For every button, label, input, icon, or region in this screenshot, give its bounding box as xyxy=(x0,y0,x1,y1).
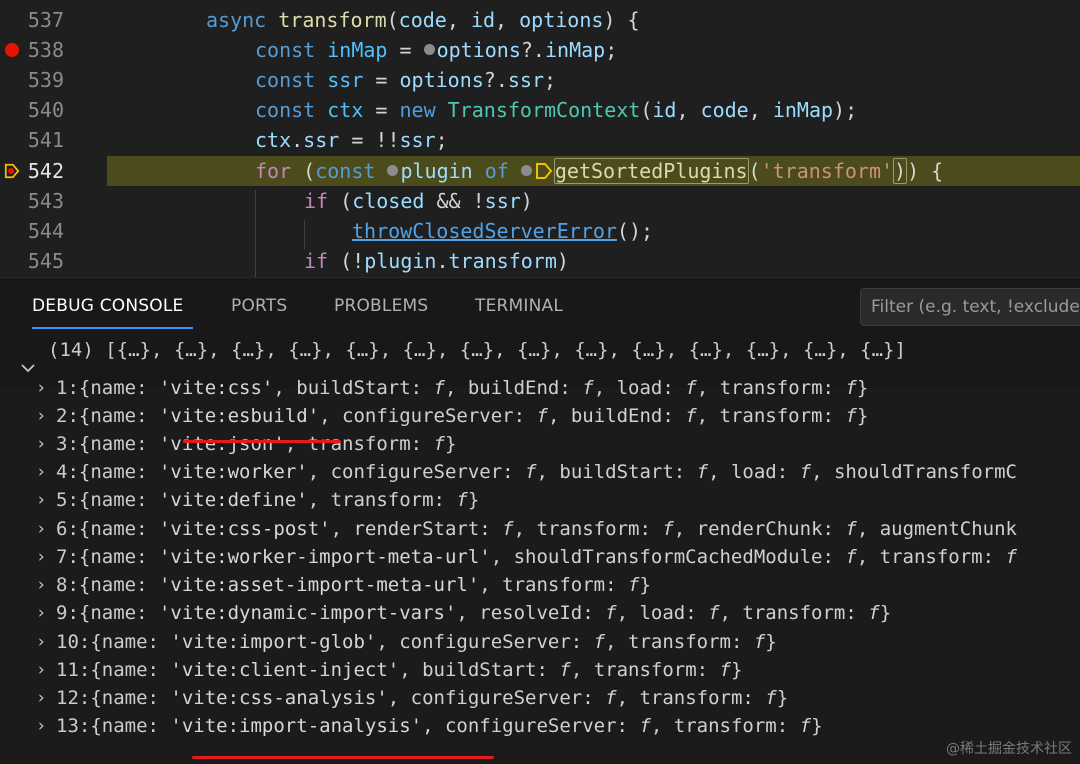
expand-chevron-icon[interactable]: › xyxy=(36,603,56,623)
line-number: 544 xyxy=(27,219,64,243)
line-number: 542 xyxy=(27,159,64,183)
tab-terminal[interactable]: TERMINAL xyxy=(475,296,563,316)
breakpoint-icon[interactable] xyxy=(4,42,20,58)
console-entry[interactable]: › 11: {name: 'vite:client-inject', buildS… xyxy=(36,656,742,684)
array-summary[interactable]: (14) [{…}, {…}, {…}, {…}, {…}, {…}, {…},… xyxy=(48,339,906,361)
expand-chevron-icon[interactable]: › xyxy=(36,434,56,454)
console-entry[interactable]: › 13: {name: 'vite:import-analysis', conf… xyxy=(36,712,823,740)
code-line[interactable]: 541 ctx.ssr = !!ssr; xyxy=(0,125,1080,155)
line-number: 541 xyxy=(27,128,64,152)
console-entry[interactable]: › 9: {name: 'vite:dynamic-import-vars', r… xyxy=(36,599,891,627)
line-number: 540 xyxy=(27,98,64,122)
code-line[interactable]: 543 if (closed && !ssr) xyxy=(0,186,1080,216)
expand-chevron-icon[interactable]: › xyxy=(36,547,56,567)
annotation-underline xyxy=(192,756,494,759)
debug-pointer-breakpoint-icon[interactable] xyxy=(4,163,20,179)
expand-chevron-icon[interactable]: › xyxy=(36,716,56,736)
code-text: ctx.ssr = !!ssr; xyxy=(255,128,448,152)
line-number: 537 xyxy=(27,8,64,32)
code-line[interactable]: 539 const ssr = options?.ssr; xyxy=(0,65,1080,95)
console-entry[interactable]: › 1: {name: 'vite:css', buildStart: f, bu… xyxy=(36,374,868,402)
inline-breakpoint-icon[interactable] xyxy=(520,165,532,176)
expand-chevron-icon[interactable]: › xyxy=(36,660,56,680)
line-number: 539 xyxy=(27,68,64,92)
console-entry[interactable]: › 3: {name: 'vite:json', transform: f} xyxy=(36,430,456,458)
console-entry[interactable]: › 8: {name: 'vite:asset-import-meta-url',… xyxy=(36,571,651,599)
inline-breakpoint-icon[interactable] xyxy=(423,44,435,55)
code-text: for (const plugin of getSortedPlugins('t… xyxy=(255,158,944,184)
expand-chevron-icon[interactable]: › xyxy=(36,632,56,652)
expand-chevron-icon[interactable]: › xyxy=(36,688,56,708)
line-number: 545 xyxy=(27,249,64,273)
console-entry[interactable]: › 4: {name: 'vite:worker', configureServe… xyxy=(36,458,1017,486)
tab-ports[interactable]: PORTS xyxy=(231,296,287,316)
console-entry[interactable]: › 7: {name: 'vite:worker-import-meta-url'… xyxy=(36,543,1017,571)
code-text: const ctx = new TransformContext(id, cod… xyxy=(255,98,858,122)
code-line[interactable]: 544 throwClosedServerError(); xyxy=(0,216,1080,246)
console-entry[interactable]: › 10: {name: 'vite:import-glob', configur… xyxy=(36,628,777,656)
code-line[interactable]: 545 if (!plugin.transform) xyxy=(0,246,1080,276)
chevron-down-icon[interactable] xyxy=(20,362,36,374)
console-entry[interactable]: › 2: {name: 'vite:esbuild', configureServ… xyxy=(36,402,868,430)
annotation-underline xyxy=(183,440,341,443)
code-line[interactable]: 540 const ctx = new TransformContext(id,… xyxy=(0,95,1080,125)
tab-debug-console[interactable]: DEBUG CONSOLE xyxy=(32,296,183,316)
console-entry[interactable]: › 12: {name: 'vite:css-analysis', configu… xyxy=(36,684,788,712)
code-line[interactable]: 538 const inMap = options?.inMap; xyxy=(0,35,1080,65)
tab-problems[interactable]: PROBLEMS xyxy=(334,296,428,316)
code-line[interactable]: 537 async transform(code, id, options) { xyxy=(0,5,1080,35)
active-tab-indicator xyxy=(32,327,193,329)
code-text: async transform(code, id, options) { xyxy=(206,8,640,32)
function-link[interactable]: throwClosedServerError xyxy=(352,219,617,243)
console-entry[interactable]: › 6: {name: 'vite:css-post', renderStart:… xyxy=(36,515,1017,543)
code-text: const ssr = options?.ssr; xyxy=(255,68,557,92)
code-text: throwClosedServerError(); xyxy=(352,219,654,243)
expand-chevron-icon[interactable]: › xyxy=(36,490,56,510)
inline-debug-pointer-icon[interactable] xyxy=(534,161,554,181)
line-number: 543 xyxy=(27,189,64,213)
inline-breakpoint-icon[interactable] xyxy=(387,165,399,176)
console-entry[interactable]: › 5: {name: 'vite:define', transform: f} xyxy=(36,486,479,514)
expand-chevron-icon[interactable]: › xyxy=(36,462,56,482)
code-text: const inMap = options?.inMap; xyxy=(255,38,618,62)
code-text: if (closed && !ssr) xyxy=(304,189,533,213)
current-execution-line[interactable]: 542 for (const plugin of getSortedPlugin… xyxy=(0,156,1080,186)
code-text: if (!plugin.transform) xyxy=(304,249,569,273)
console-output: › 1: {name: 'vite:css', buildStart: f, bu… xyxy=(0,377,1080,764)
expand-chevron-icon[interactable]: › xyxy=(36,519,56,539)
bottom-panel: DEBUG CONSOLE PORTS PROBLEMS TERMINAL Fi… xyxy=(0,277,1080,764)
expand-chevron-icon[interactable]: › xyxy=(36,406,56,426)
panel-tabs: DEBUG CONSOLE PORTS PROBLEMS TERMINAL Fi… xyxy=(0,278,1080,332)
watermark: @稀土掘金技术社区 xyxy=(946,741,1072,757)
expand-chevron-icon[interactable]: › xyxy=(36,378,56,398)
code-editor[interactable]: 537 async transform(code, id, options) {… xyxy=(0,0,1080,277)
filter-input[interactable]: Filter (e.g. text, !exclude) xyxy=(860,288,1080,326)
expand-chevron-icon[interactable]: › xyxy=(36,575,56,595)
line-number: 538 xyxy=(27,38,64,62)
